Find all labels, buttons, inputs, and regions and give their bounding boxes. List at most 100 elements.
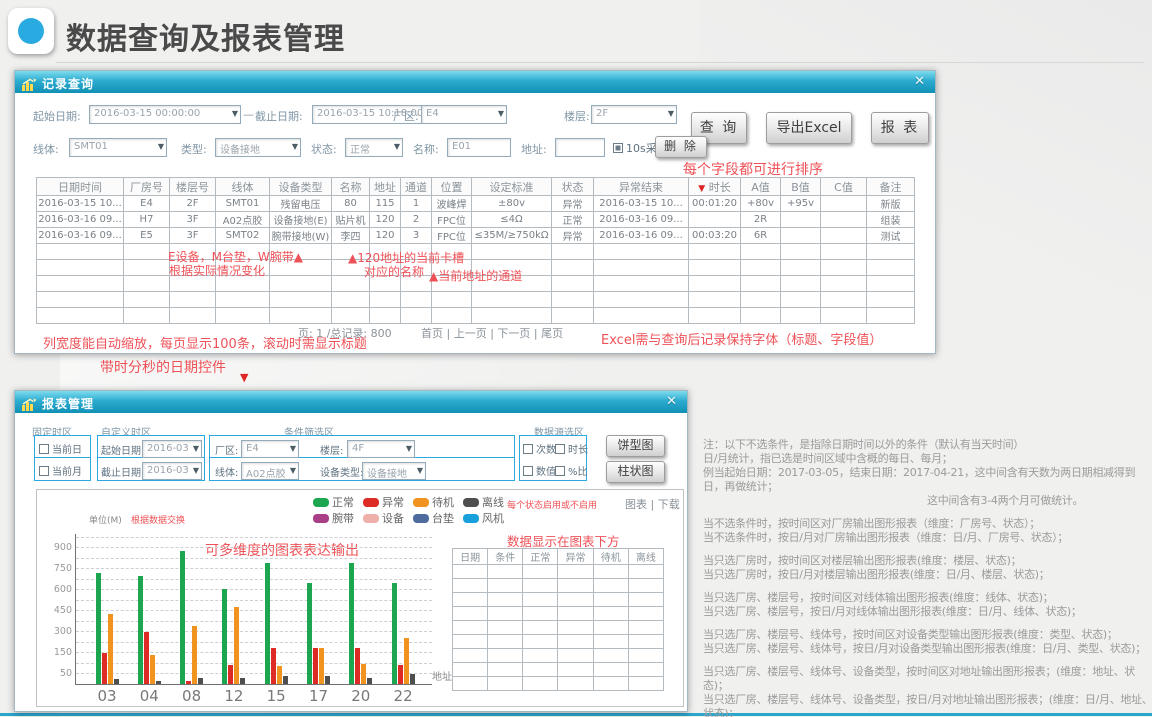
annotation-changes: 根据实际情况变化 <box>169 262 265 279</box>
column-header[interactable]: 厂房号 <box>124 178 170 196</box>
report-start-picker[interactable]: 2016-03-15▼ <box>142 440 202 458</box>
table-row-empty <box>453 677 664 691</box>
delete-button[interactable]: 删 除 <box>655 136 707 158</box>
floor-select[interactable]: 2F▼ <box>591 105 677 124</box>
bar-chart-button[interactable]: 柱状图 <box>606 461 665 483</box>
legend-item[interactable]: 待机 <box>413 494 454 510</box>
column-header[interactable]: 设定标准 <box>472 178 552 196</box>
line-select[interactable]: SMT01▼ <box>69 138 167 157</box>
close-icon[interactable]: ✕ <box>666 394 677 409</box>
pager-link[interactable]: 下一页 <box>497 327 530 340</box>
chevron-down-icon[interactable]: ▼ <box>290 444 296 453</box>
table-row[interactable]: 2016-03-16 09...E53FSMT02腕带接地(W)李四1203FP… <box>37 228 915 244</box>
address-input[interactable] <box>555 138 605 157</box>
report-end-picker[interactable]: 2016-03-25▼ <box>142 462 202 480</box>
chevron-down-icon[interactable]: ▼ <box>406 444 412 453</box>
chevron-down-icon[interactable]: ▼ <box>193 444 199 453</box>
legend-item[interactable]: 异常 <box>363 494 404 510</box>
sort-desc-icon[interactable]: ▼ <box>698 184 705 194</box>
export-excel-button[interactable]: 导出Excel <box>766 112 852 144</box>
chevron-down-icon[interactable]: ▼ <box>292 142 298 151</box>
column-header[interactable]: 楼层号 <box>170 178 216 196</box>
table-row[interactable]: 2016-03-15 10...E42FSMT01残留电压801151波峰焊±8… <box>37 196 915 212</box>
datasource-group: 次数 时长 数值 %比 <box>519 435 587 481</box>
record-query-titlebar[interactable]: 记录查询 ✕ <box>15 71 935 93</box>
r-factory-select[interactable]: E4▼ <box>241 440 299 458</box>
pager-link[interactable]: 上一页 <box>454 327 487 340</box>
checkbox-icon[interactable] <box>555 466 565 476</box>
status-select[interactable]: 正常▼ <box>345 138 403 157</box>
pager-nav[interactable]: 首页 | 上一页 | 下一页 | 尾页 <box>421 325 563 341</box>
column-header[interactable]: 通道 <box>401 178 432 196</box>
bar-异常 <box>102 653 107 684</box>
column-header[interactable]: 日期时间 <box>37 178 124 196</box>
bar-离线 <box>283 676 288 684</box>
table-row[interactable]: 2016-03-16 09...H73FA02点胶设备接地(E)贴片机1202F… <box>37 212 915 228</box>
gridline <box>76 663 432 664</box>
duration-checkbox[interactable]: 时长 <box>555 441 588 456</box>
report-button[interactable]: 报 表 <box>871 112 929 144</box>
close-icon[interactable]: ✕ <box>914 74 925 89</box>
percent-checkbox[interactable]: %比 <box>555 463 588 478</box>
checkbox-icon[interactable] <box>555 444 565 454</box>
chart-link[interactable]: 下载 <box>658 498 680 511</box>
column-header: 待机 <box>593 549 628 565</box>
legend-item[interactable]: 台垫 <box>413 510 454 526</box>
chevron-down-icon[interactable]: ▼ <box>158 142 164 151</box>
chevron-down-icon[interactable]: ▼ <box>668 109 674 118</box>
r-floor-select[interactable]: 4F▼ <box>347 440 415 458</box>
checkbox-icon[interactable] <box>39 466 49 476</box>
r-line-select[interactable]: A02点胶▼ <box>241 462 299 480</box>
chevron-down-icon[interactable]: ▼ <box>193 466 199 475</box>
chevron-down-icon[interactable]: ▼ <box>290 466 296 475</box>
column-header[interactable]: 线体 <box>216 178 270 196</box>
pie-chart-button[interactable]: 饼型图 <box>606 435 665 457</box>
factory-select[interactable]: E4▼ <box>421 105 507 124</box>
legend-item[interactable]: 设备 <box>363 510 404 526</box>
checkbox-icon[interactable] <box>523 444 533 454</box>
value-checkbox[interactable]: 数值 <box>523 463 556 478</box>
column-header[interactable]: 名称 <box>332 178 370 196</box>
column-header[interactable]: B值 <box>781 178 821 196</box>
bar-异常 <box>228 665 233 684</box>
name-input[interactable]: E01 <box>447 138 511 157</box>
legend-item[interactable]: 风机 <box>463 510 504 526</box>
checkbox-icon[interactable] <box>523 466 533 476</box>
column-header[interactable]: ▼ 时长 <box>689 178 741 196</box>
r-devtype-select[interactable]: 设备接地▼ <box>362 462 426 480</box>
note-block: 当只选厂房、楼层号，按时间区对线体输出图形报表(维度：线体、状态)；当只选厂房、… <box>703 591 1152 619</box>
column-header[interactable]: C值 <box>821 178 867 196</box>
current-day-checkbox[interactable]: 当前日 <box>39 441 82 456</box>
chevron-down-icon[interactable]: ▼ <box>498 109 504 118</box>
chevron-down-icon[interactable]: ▼ <box>417 466 423 475</box>
column-header[interactable]: 异常结束 <box>594 178 689 196</box>
chart-download-links[interactable]: 图表 | 下载 <box>625 496 680 512</box>
chart-link[interactable]: 图表 <box>625 498 647 511</box>
pager-link[interactable]: 尾页 <box>541 327 563 340</box>
start-date-picker[interactable]: 2016-03-15 00:00:00▼ <box>89 105 241 124</box>
legend-item[interactable]: 正常 <box>313 494 354 510</box>
type-select[interactable]: 设备接地▼ <box>215 138 301 157</box>
report-management-titlebar[interactable]: 报表管理 ✕ <box>15 391 687 413</box>
count-checkbox[interactable]: 次数 <box>523 441 556 456</box>
column-header[interactable]: A值 <box>741 178 781 196</box>
column-header[interactable]: 地址 <box>370 178 401 196</box>
table-row-empty <box>453 621 664 635</box>
y-tick-label: 50 <box>39 668 72 679</box>
legend-item[interactable]: 离线 <box>463 494 504 510</box>
checkbox-icon[interactable] <box>39 444 49 454</box>
legend-item[interactable]: 腕带 <box>313 510 354 526</box>
checkbox-icon[interactable] <box>613 143 623 153</box>
column-header[interactable]: 状态 <box>552 178 594 196</box>
chevron-down-icon[interactable]: ▼ <box>394 142 400 151</box>
column-header[interactable]: 设备类型 <box>270 178 332 196</box>
chevron-down-icon[interactable]: ▼ <box>232 109 238 118</box>
column-header[interactable]: 备注 <box>867 178 915 196</box>
pager-link[interactable]: 首页 <box>421 327 443 340</box>
bar-正常 <box>307 583 312 684</box>
bar-正常 <box>180 551 185 684</box>
page-title: 数据查询及报表管理 <box>66 14 345 58</box>
column-header[interactable]: 位置 <box>432 178 472 196</box>
current-month-checkbox[interactable]: 当前月 <box>39 463 82 478</box>
column-header: 正常 <box>523 549 558 565</box>
